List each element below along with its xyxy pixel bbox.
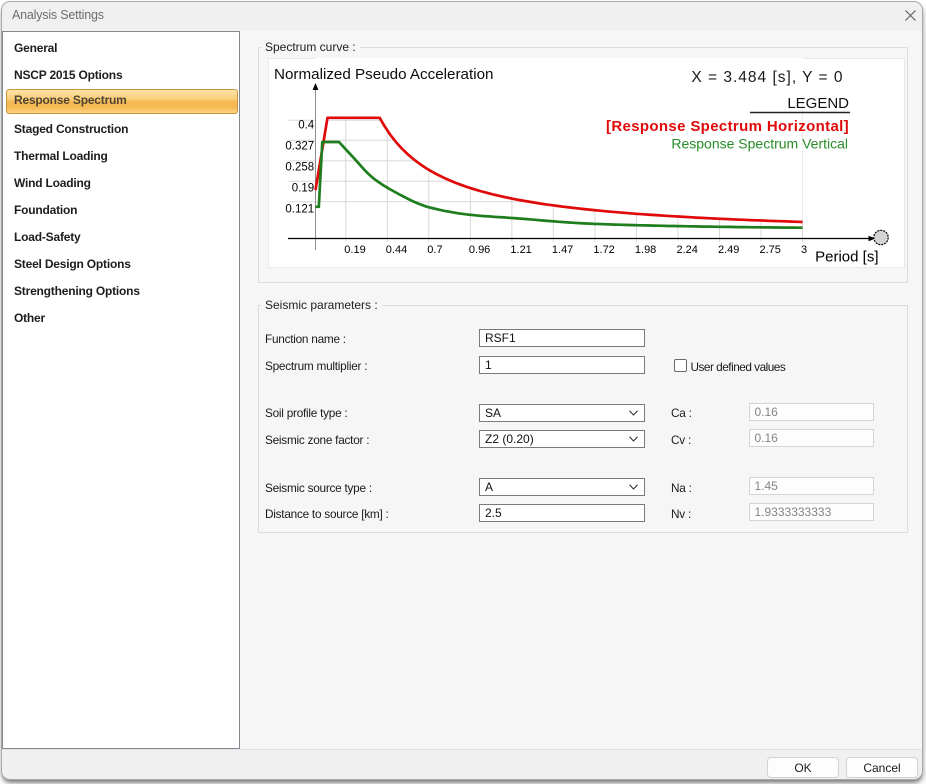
svg-text:Normalized Pseudo Acceleration: Normalized Pseudo Acceleration [274, 66, 494, 83]
svg-text:0.7: 0.7 [427, 244, 442, 256]
svg-text:3: 3 [801, 244, 807, 256]
svg-text:1.47: 1.47 [552, 244, 573, 256]
svg-text:1.72: 1.72 [593, 244, 614, 256]
svg-text:X = 3.484 [s], Y = 0: X = 3.484 [s], Y = 0 [691, 69, 843, 86]
svg-text:LEGEND: LEGEND [787, 95, 849, 112]
svg-text:0.19: 0.19 [292, 183, 314, 195]
svg-text:Response Spectrum Vertical: Response Spectrum Vertical [671, 136, 848, 152]
svg-text:1.21: 1.21 [510, 244, 531, 256]
svg-text:0.121: 0.121 [285, 203, 314, 215]
svg-text:0.44: 0.44 [386, 244, 407, 256]
svg-text:Period [s]: Period [s] [815, 249, 878, 266]
svg-text:0.327: 0.327 [285, 140, 314, 152]
svg-text:0.258: 0.258 [285, 162, 314, 174]
svg-text:2.49: 2.49 [718, 244, 739, 256]
svg-text:2.24: 2.24 [677, 244, 698, 256]
svg-text:[Response Spectrum Horizontal]: [Response Spectrum Horizontal] [606, 118, 849, 135]
svg-text:1.98: 1.98 [635, 244, 656, 256]
svg-text:2.75: 2.75 [760, 244, 781, 256]
svg-text:0.96: 0.96 [469, 244, 490, 256]
svg-text:0.19: 0.19 [344, 244, 365, 256]
svg-text:0.4: 0.4 [298, 120, 315, 132]
